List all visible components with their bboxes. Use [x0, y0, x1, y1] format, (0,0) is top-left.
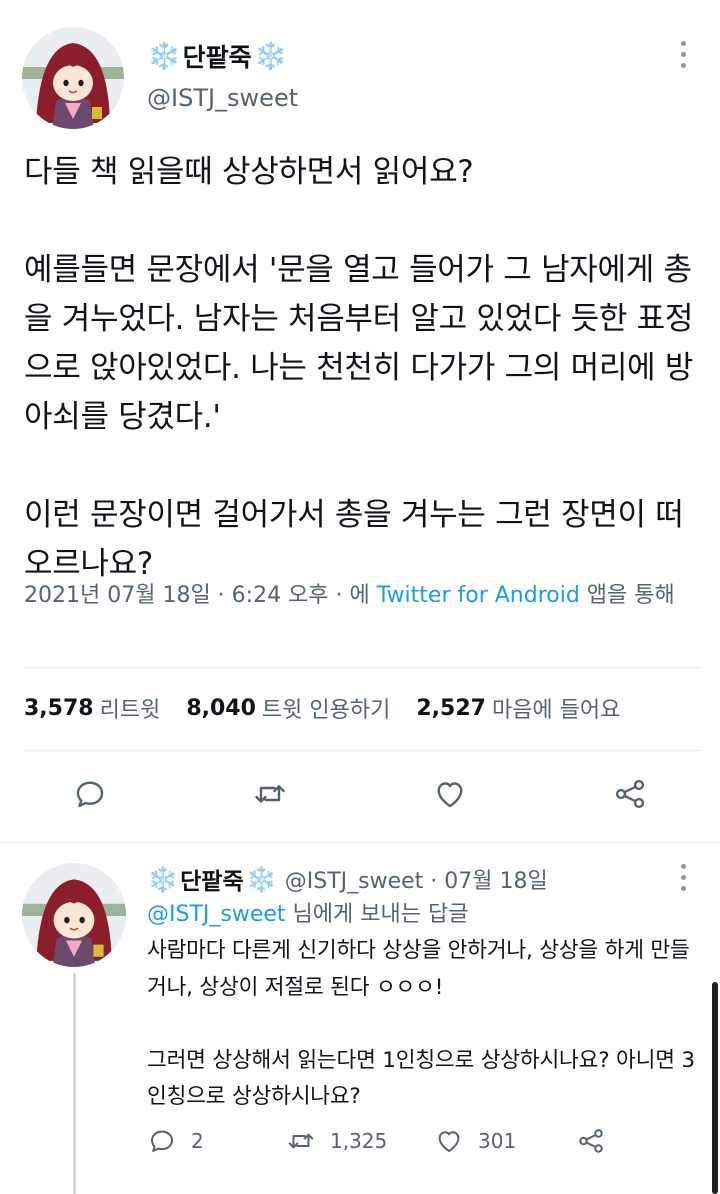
tweet-source-link[interactable]: Twitter for Android — [377, 583, 580, 608]
quote-count[interactable]: 8,040 — [186, 696, 256, 721]
reply-author-display-name[interactable]: 단팥죽 — [180, 862, 243, 896]
main-tweet: ❄️ 단팥죽 ❄️ @ISTJ_sweet 다들 책 읽을때 상상하면서 읽어요… — [0, 0, 720, 842]
more-options-icon[interactable] — [668, 857, 698, 897]
like-count: 301 — [478, 1129, 517, 1153]
avatar[interactable] — [22, 27, 124, 129]
tweet-text: 다들 책 읽을때 상상하면서 읽어요? 예를들면 문장에서 '문을 열고 들어가… — [24, 154, 694, 582]
avatar-illustration — [22, 27, 124, 129]
reply-count: 2 — [191, 1129, 204, 1153]
share-button[interactable] — [576, 1123, 620, 1159]
replying-to: @ISTJ_sweet 님에게 보내는 답글 — [147, 899, 468, 931]
reply-handle-date[interactable]: @ISTJ_sweet · 07월 18일 — [285, 863, 548, 895]
reply-author-line[interactable]: ❄️ 단팥죽 ❄️ @ISTJ_sweet · 07월 18일 — [147, 862, 548, 896]
like-icon[interactable] — [430, 774, 470, 814]
author-display-name[interactable]: 단팥죽 — [183, 38, 252, 74]
divider — [24, 667, 700, 668]
retweet-icon — [288, 1133, 314, 1149]
quote-label[interactable]: 트윗 인용하기 — [262, 692, 390, 724]
thread-line — [73, 973, 76, 1194]
reply-text: 사람마다 다른게 신기하다 상상을 안하거나, 상상을 하게 만들거나, 상상이… — [147, 938, 695, 1109]
reply-icon — [151, 1130, 173, 1152]
snowflake-icon: ❄️ — [253, 40, 288, 72]
retweet-label[interactable]: 리트윗 — [100, 692, 161, 724]
avatar-illustration — [22, 863, 126, 967]
like-count[interactable]: 2,527 — [416, 696, 486, 721]
like-label[interactable]: 마음에 들어요 — [492, 692, 620, 724]
author-handle[interactable]: @ISTJ_sweet — [147, 84, 298, 112]
like-icon — [438, 1131, 460, 1152]
reply-button[interactable]: 2 — [147, 1123, 204, 1159]
reply-icon[interactable] — [70, 774, 110, 814]
replying-to-mention[interactable]: @ISTJ_sweet — [147, 902, 286, 927]
snowflake-icon: ❄️ — [147, 40, 181, 72]
more-options-icon[interactable] — [668, 34, 698, 74]
share-icon[interactable] — [610, 774, 650, 814]
tweet-metadata: 2021년 07월 18일 · 6:24 오후 · 에 Twitter for … — [24, 578, 700, 614]
tweet-stats: 3,578 리트윗 8,040 트윗 인용하기 2,527 마음에 들어요 — [24, 688, 620, 728]
reply-tweet[interactable]: ❄️ 단팥죽 ❄️ @ISTJ_sweet · 07월 18일 @ISTJ_sw… — [0, 843, 720, 1194]
tweet-source-suffix: 앱을 통해 — [579, 583, 675, 608]
retweet-count[interactable]: 3,578 — [24, 696, 94, 721]
like-button[interactable]: 301 — [434, 1123, 516, 1159]
snowflake-icon: ❄️ — [245, 864, 277, 894]
snowflake-icon: ❄️ — [147, 864, 179, 894]
retweet-icon[interactable] — [250, 774, 290, 814]
retweet-button[interactable]: 1,325 — [286, 1123, 387, 1159]
replying-to-suffix: 님에게 보내는 답글 — [285, 902, 469, 927]
retweet-count: 1,325 — [330, 1129, 388, 1153]
share-icon — [579, 1129, 603, 1153]
tweet-timestamp[interactable]: 2021년 07월 18일 · 6:24 오후 · 에 — [24, 583, 377, 608]
avatar[interactable] — [22, 863, 126, 967]
author-name-line[interactable]: ❄️ 단팥죽 ❄️ — [147, 38, 288, 74]
scrollbar[interactable] — [712, 982, 718, 1194]
divider — [24, 750, 700, 751]
